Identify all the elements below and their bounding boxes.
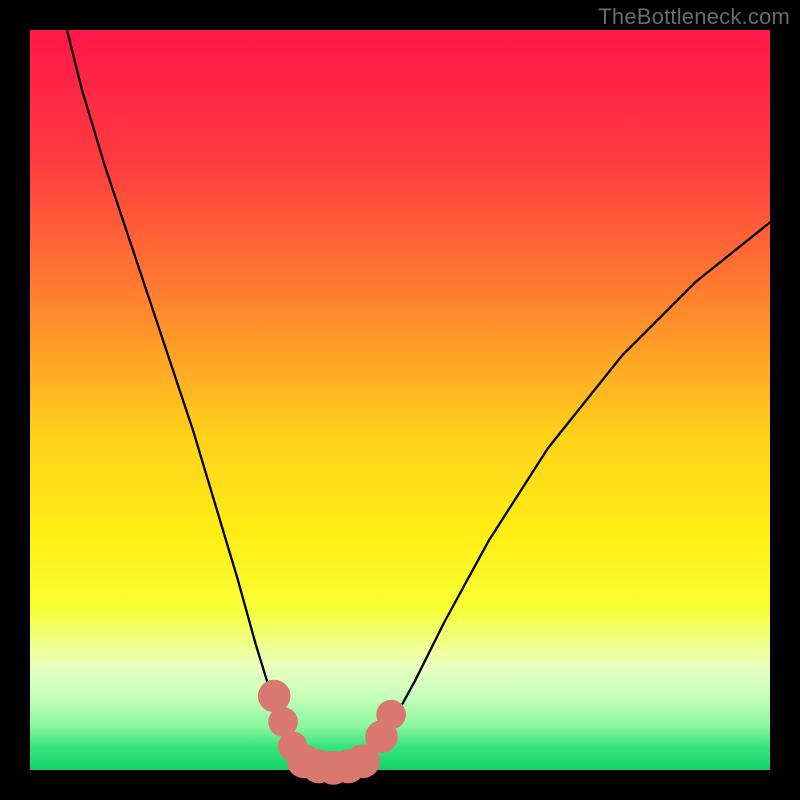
watermark-label: TheBottleneck.com [598, 4, 790, 30]
plot-background [30, 30, 770, 770]
bottleneck-chart [0, 0, 800, 800]
marker-j [376, 700, 406, 730]
chart-frame: TheBottleneck.com [0, 0, 800, 800]
